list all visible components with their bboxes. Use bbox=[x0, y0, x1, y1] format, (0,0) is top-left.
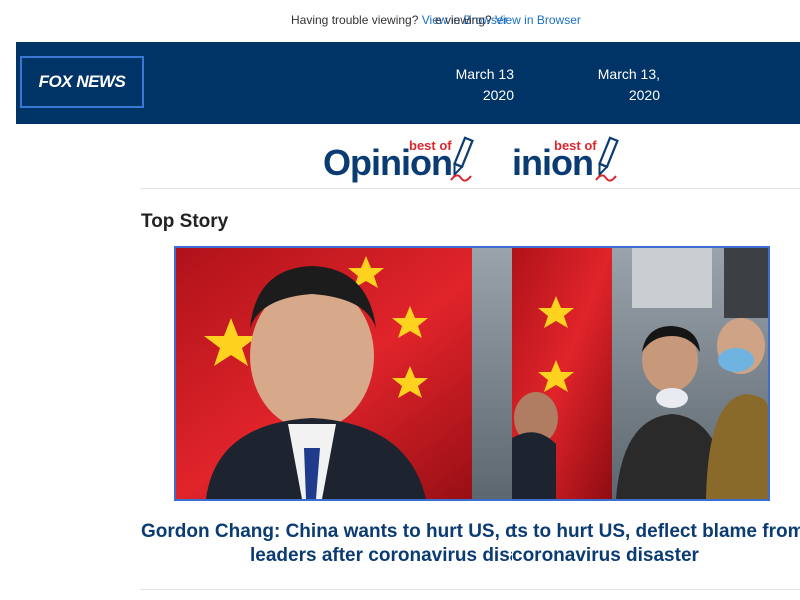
date-year: 2020 bbox=[628, 87, 660, 103]
view-in-browser-link[interactable]: View in Browser bbox=[495, 13, 581, 27]
top-story-image[interactable] bbox=[174, 246, 770, 501]
section-title: Top Story bbox=[141, 211, 229, 232]
date-line: March 13, bbox=[597, 66, 660, 82]
headline-line-2-duplicate[interactable]: coronavirus disaster bbox=[512, 544, 699, 568]
pen-icon bbox=[450, 136, 474, 182]
headline-line-1-duplicate[interactable]: ts to hurt US, deflect blame from bbox=[511, 520, 800, 544]
best-of-tag: best of bbox=[409, 138, 452, 153]
fox-news-logo[interactable]: FOX NEWS bbox=[20, 56, 144, 108]
date-line: March 13 bbox=[455, 66, 514, 82]
best-of-opinion-logo: Opinion best of bbox=[323, 134, 511, 186]
best-of-tag: best of bbox=[554, 138, 597, 153]
issue-date-partial: March 13 2020 bbox=[444, 64, 514, 106]
pen-icon bbox=[595, 136, 619, 182]
issue-date: March 13, 2020 bbox=[588, 64, 660, 106]
section-divider bbox=[140, 589, 800, 590]
date-year: 2020 bbox=[482, 87, 514, 103]
fox-news-logo-text: FOX NEWS bbox=[38, 72, 126, 91]
trouble-viewing-text: e viewing? bbox=[435, 13, 492, 27]
header-bar: FOX NEWS March 13 2020 March 13, 2020 bbox=[16, 42, 800, 124]
best-of-opinion-logo-duplicate: inion best of bbox=[512, 134, 622, 186]
hero-photo bbox=[176, 248, 768, 499]
headline-line-1[interactable]: Gordon Chang: China wants to hurt US, de bbox=[141, 520, 513, 544]
trouble-viewing-text: Having trouble viewing? bbox=[291, 13, 419, 27]
headline-line-2[interactable]: leaders after coronavirus disa bbox=[250, 544, 512, 568]
section-divider bbox=[140, 188, 800, 189]
trouble-viewing-bar-duplicate: e viewing? View in Browser bbox=[435, 13, 581, 27]
